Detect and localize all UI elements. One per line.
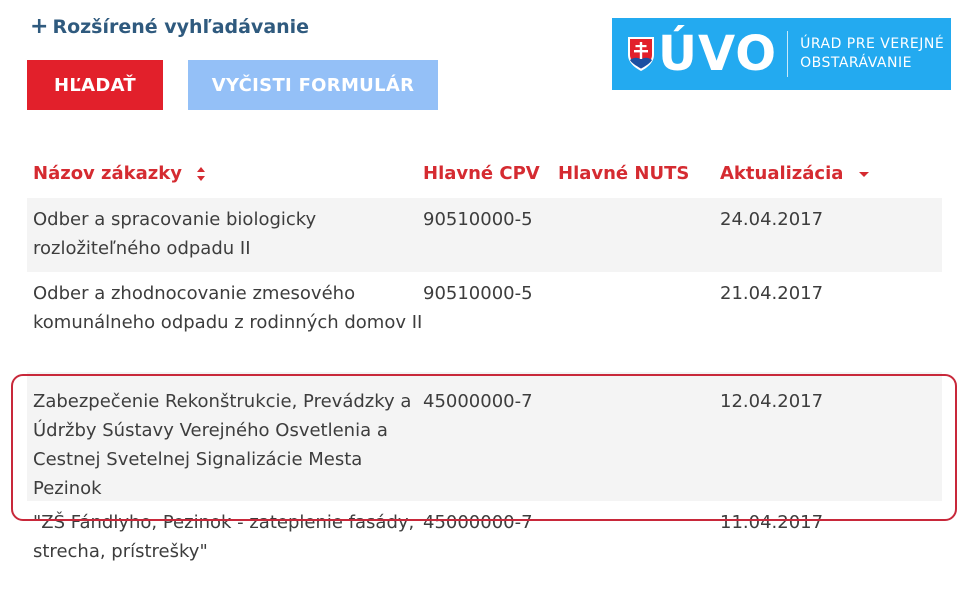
logo-line-2: OBSTARÁVANIE [800, 55, 912, 71]
row-date: 21.04.2017 [720, 283, 824, 304]
logo-line-1: ÚRAD PRE VEREJNÉ [800, 36, 945, 52]
row-name[interactable]: Odber a spracovanie biologicky rozložite… [27, 198, 423, 272]
plus-icon: + [30, 14, 49, 39]
advanced-search-label: Rozšírené vyhľadávanie [52, 16, 310, 38]
table-row[interactable]: Zabezpečenie Rekonštrukcie, Prevádzky a … [27, 372, 942, 501]
advanced-search-link[interactable]: + Rozšírené vyhľadávanie [30, 14, 310, 39]
logo-divider [787, 31, 789, 77]
column-header-date[interactable]: Aktualizácia [720, 163, 942, 184]
logo-brand: ÚVO [658, 26, 778, 82]
uvo-logo[interactable]: ÚVO ÚRAD PRE VEREJNÉ OBSTARÁVANIE [612, 18, 951, 90]
row-cpv: 45000000-7 [423, 512, 533, 533]
table-row[interactable]: Odber a zhodnocovanie zmesového komunáln… [27, 272, 942, 372]
logo-text: ÚRAD PRE VEREJNÉ OBSTARÁVANIE [800, 35, 944, 73]
row-name[interactable]: Zabezpečenie Rekonštrukcie, Prevádzky a … [27, 372, 423, 501]
sort-desc-icon[interactable] [858, 169, 870, 179]
table-header: Názov zákazky Hlavné CPV Hlavné NUTS Akt… [27, 148, 942, 198]
row-nuts [558, 372, 720, 501]
slovak-coat-of-arms-icon [628, 37, 654, 71]
row-name[interactable]: Odber a zhodnocovanie zmesového komunáln… [27, 272, 423, 372]
table-row[interactable]: "ZŠ Fándlyho, Pezinok - zateplenie fasád… [27, 501, 942, 577]
column-header-nuts[interactable]: Hlavné NUTS [558, 163, 720, 184]
column-header-cpv[interactable]: Hlavné CPV [423, 163, 558, 184]
row-date: 12.04.2017 [720, 391, 824, 412]
column-header-date-label: Aktualizácia [720, 162, 844, 184]
row-date: 24.04.2017 [720, 209, 824, 230]
row-nuts [558, 501, 720, 577]
search-button[interactable]: HĽADAŤ [27, 60, 163, 110]
row-date: 11.04.2017 [720, 512, 824, 533]
row-cpv: 90510000-5 [423, 283, 533, 304]
row-cpv: 90510000-5 [423, 209, 533, 230]
page: + Rozšírené vyhľadávanie HĽADAŤ VYČISTI … [0, 0, 969, 593]
row-nuts [558, 272, 720, 372]
row-nuts [558, 198, 720, 272]
row-cpv: 45000000-7 [423, 391, 533, 412]
column-header-name[interactable]: Názov zákazky [27, 163, 423, 184]
column-header-name-label: Názov zákazky [33, 162, 182, 184]
results-table: Názov zákazky Hlavné CPV Hlavné NUTS Akt… [27, 148, 942, 577]
table-row[interactable]: Odber a spracovanie biologicky rozložite… [27, 198, 942, 272]
sort-both-icon[interactable] [196, 166, 206, 182]
row-name[interactable]: "ZŠ Fándlyho, Pezinok - zateplenie fasád… [27, 501, 423, 577]
clear-form-button[interactable]: VYČISTI FORMULÁR [188, 60, 438, 110]
